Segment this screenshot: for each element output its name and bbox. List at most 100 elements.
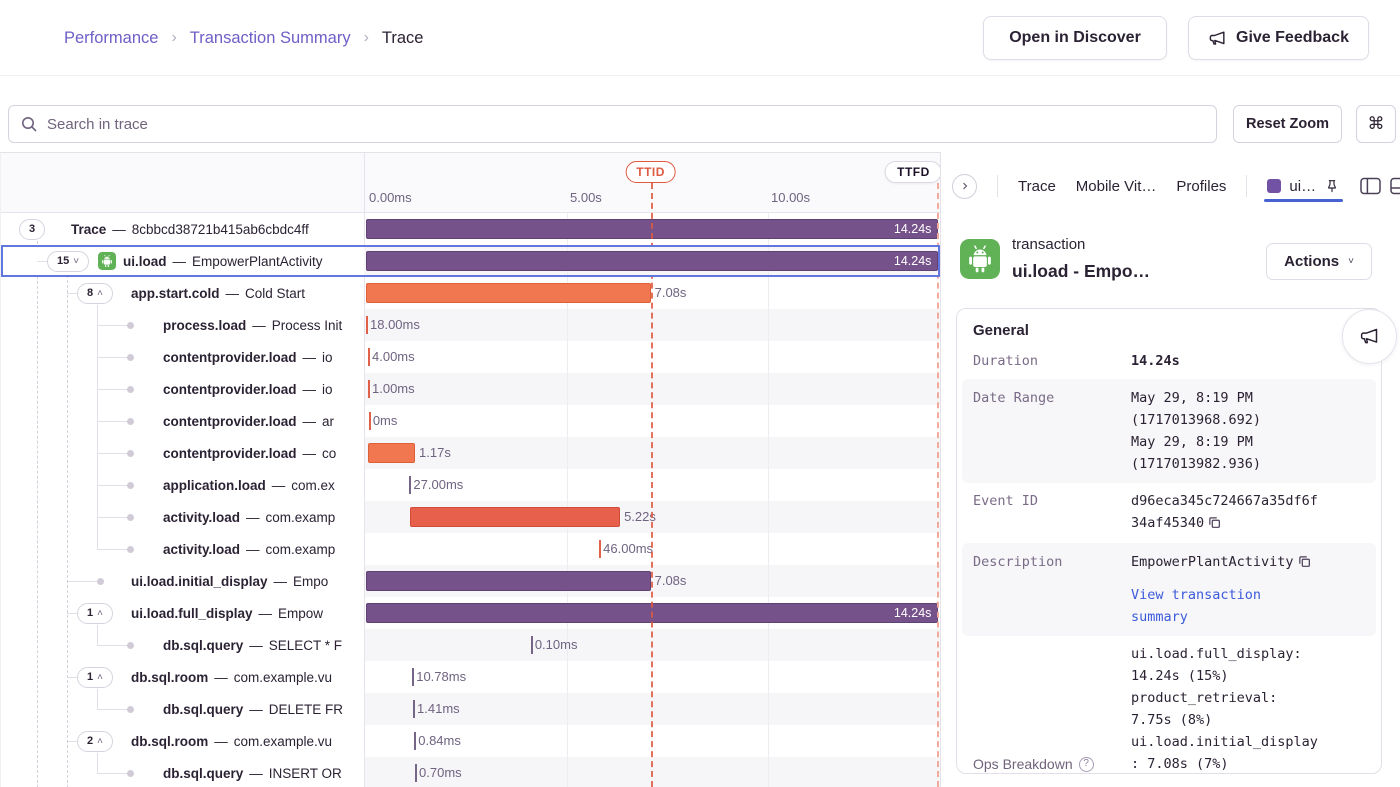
trace-row-bar-cell[interactable]: 5.22s — [364, 501, 940, 533]
trace-row[interactable]: activity.load—com.examp5.22s — [1, 501, 940, 533]
span-tick[interactable] — [599, 540, 601, 558]
search-input[interactable] — [8, 105, 1217, 143]
copy-icon[interactable] — [1298, 553, 1311, 575]
trace-row-tree-cell[interactable]: application.load—com.ex — [1, 469, 364, 501]
trace-row-bar-cell[interactable]: 46.00ms — [364, 533, 940, 565]
breadcrumb-item-performance[interactable]: Performance — [64, 29, 158, 48]
layout-bottom-panel-icon[interactable] — [1390, 177, 1400, 195]
trace-row[interactable]: ui.load.initial_display—Empo7.08s — [1, 565, 940, 597]
shortcut-command-button[interactable]: ⌘ — [1356, 105, 1396, 143]
give-feedback-button[interactable]: Give Feedback — [1188, 16, 1369, 60]
span-tick[interactable] — [368, 380, 370, 398]
layout-left-panel-icon[interactable] — [1360, 177, 1381, 195]
trace-row-tree-cell[interactable]: ui.load.initial_display—Empo — [1, 565, 364, 597]
help-icon[interactable]: ? — [1079, 757, 1094, 772]
trace-row[interactable]: contentprovider.load—ar0ms — [1, 405, 940, 437]
trace-row-bar-cell[interactable]: 7.08s — [364, 277, 940, 309]
trace-row[interactable]: contentprovider.load—io1.00ms — [1, 373, 940, 405]
ttid-badge[interactable]: TTID — [625, 161, 676, 183]
view-transaction-summary-link[interactable]: View transaction summary — [1131, 584, 1321, 628]
trace-row-tree-cell[interactable]: db.sql.query—DELETE FR — [1, 693, 364, 725]
span-tick[interactable] — [369, 412, 371, 430]
breadcrumb-item-transaction-summary[interactable]: Transaction Summary — [190, 29, 351, 48]
tab-profiles[interactable]: Profiles — [1176, 178, 1226, 195]
trace-row-tree-cell[interactable]: 8˄app.start.cold—Cold Start — [1, 277, 364, 309]
row-count-pill[interactable]: 8˄ — [77, 283, 113, 304]
trace-row[interactable]: activity.load—com.examp46.00ms — [1, 533, 940, 565]
trace-row[interactable]: 15˅ui.load—EmpowerPlantActivity14.24s — [1, 245, 940, 277]
ttfd-badge[interactable]: TTFD — [885, 161, 940, 183]
trace-row[interactable]: 2˄db.sql.room—com.example.vu0.84ms — [1, 725, 940, 757]
tab-active-transaction[interactable]: ui… — [1267, 178, 1340, 195]
trace-row-bar-cell[interactable]: 18.00ms — [364, 309, 940, 341]
trace-row-tree-cell[interactable]: activity.load—com.examp — [1, 533, 364, 565]
trace-row-bar-cell[interactable]: 0ms — [364, 405, 940, 437]
trace-row-tree-cell[interactable]: contentprovider.load—io — [1, 373, 364, 405]
tab-mobile-vit[interactable]: Mobile Vit… — [1076, 178, 1157, 195]
span-bar[interactable] — [366, 283, 651, 303]
collapse-panel-button[interactable] — [952, 174, 977, 199]
span-tick[interactable] — [368, 348, 370, 366]
trace-row-bar-cell[interactable]: 4.00ms — [364, 341, 940, 373]
trace-row-tree-cell[interactable]: contentprovider.load—io — [1, 341, 364, 373]
span-tick[interactable] — [414, 732, 416, 750]
reset-zoom-button[interactable]: Reset Zoom — [1233, 105, 1342, 143]
span-tick[interactable] — [409, 476, 411, 494]
span-tick[interactable] — [413, 700, 415, 718]
trace-row[interactable]: db.sql.query—INSERT OR0.70ms — [1, 757, 940, 787]
trace-row-bar-cell[interactable]: 0.10ms — [364, 629, 940, 661]
row-count-pill[interactable]: 3 — [19, 219, 45, 240]
trace-row-tree-cell[interactable]: contentprovider.load—ar — [1, 405, 364, 437]
row-count-pill[interactable]: 1˄ — [77, 603, 113, 624]
trace-row-bar-cell[interactable]: 10.78ms — [364, 661, 940, 693]
trace-row[interactable]: process.load—Process Init18.00ms — [1, 309, 940, 341]
span-bar[interactable] — [366, 571, 651, 591]
span-tick[interactable] — [366, 316, 368, 334]
trace-row-tree-cell[interactable]: activity.load—com.examp — [1, 501, 364, 533]
trace-row-bar-cell[interactable]: 1.41ms — [364, 693, 940, 725]
span-bar[interactable] — [410, 507, 620, 527]
open-in-discover-button[interactable]: Open in Discover — [983, 16, 1167, 60]
trace-row-bar-cell[interactable]: 0.84ms — [364, 725, 940, 757]
span-bar[interactable]: 14.24s — [366, 251, 938, 271]
trace-row-bar-cell[interactable]: 1.17s — [364, 437, 940, 469]
trace-row-tree-cell[interactable]: 2˄db.sql.room—com.example.vu — [1, 725, 364, 757]
span-tick[interactable] — [531, 636, 533, 654]
span-bar[interactable] — [368, 443, 415, 463]
trace-row-bar-cell[interactable]: 1.00ms — [364, 373, 940, 405]
span-tick[interactable] — [415, 764, 417, 782]
trace-row[interactable]: 8˄app.start.cold—Cold Start7.08s — [1, 277, 940, 309]
trace-row-tree-cell[interactable]: 1˄ui.load.full_display—Empow — [1, 597, 364, 629]
trace-row-tree-cell[interactable]: db.sql.query—INSERT OR — [1, 757, 364, 787]
trace-row-tree-cell[interactable]: contentprovider.load—co — [1, 437, 364, 469]
trace-row[interactable]: contentprovider.load—io4.00ms — [1, 341, 940, 373]
floating-feedback-button[interactable] — [1342, 309, 1397, 364]
trace-row-bar-cell[interactable]: 7.08s — [364, 565, 940, 597]
trace-row-bar-cell[interactable]: 14.24s — [364, 245, 940, 277]
trace-row-tree-cell[interactable]: 1˄db.sql.room—com.example.vu — [1, 661, 364, 693]
trace-row-tree-cell[interactable]: process.load—Process Init — [1, 309, 364, 341]
trace-row-bar-cell[interactable]: 14.24s — [364, 213, 940, 245]
trace-row[interactable]: application.load—com.ex27.00ms — [1, 469, 940, 501]
span-tick[interactable] — [412, 668, 414, 686]
trace-row[interactable]: 3Trace—8cbbcd38721b415ab6cbdc4ff14.24s — [1, 213, 940, 245]
actions-button[interactable]: Actions ˅ — [1266, 243, 1372, 280]
pin-icon[interactable] — [1324, 178, 1340, 194]
row-count-pill[interactable]: 2˄ — [77, 731, 113, 752]
trace-row[interactable]: 1˄db.sql.room—com.example.vu10.78ms — [1, 661, 940, 693]
tab-trace[interactable]: Trace — [1018, 178, 1056, 195]
row-count-pill[interactable]: 1˄ — [77, 667, 113, 688]
copy-icon[interactable] — [1208, 514, 1221, 536]
row-count-pill[interactable]: 15˅ — [47, 251, 89, 272]
trace-row[interactable]: 1˄ui.load.full_display—Empow14.24s — [1, 597, 940, 629]
trace-row[interactable]: db.sql.query—SELECT * F0.10ms — [1, 629, 940, 661]
trace-row-tree-cell[interactable]: 15˅ui.load—EmpowerPlantActivity — [1, 245, 364, 277]
trace-row[interactable]: contentprovider.load—co1.17s — [1, 437, 940, 469]
span-bar[interactable]: 14.24s — [366, 603, 938, 623]
span-bar[interactable]: 14.24s — [366, 219, 938, 239]
trace-row[interactable]: db.sql.query—DELETE FR1.41ms — [1, 693, 940, 725]
trace-row-tree-cell[interactable]: 3Trace—8cbbcd38721b415ab6cbdc4ff — [1, 213, 364, 245]
trace-row-bar-cell[interactable]: 27.00ms — [364, 469, 940, 501]
trace-row-bar-cell[interactable]: 0.70ms — [364, 757, 940, 787]
trace-row-tree-cell[interactable]: db.sql.query—SELECT * F — [1, 629, 364, 661]
